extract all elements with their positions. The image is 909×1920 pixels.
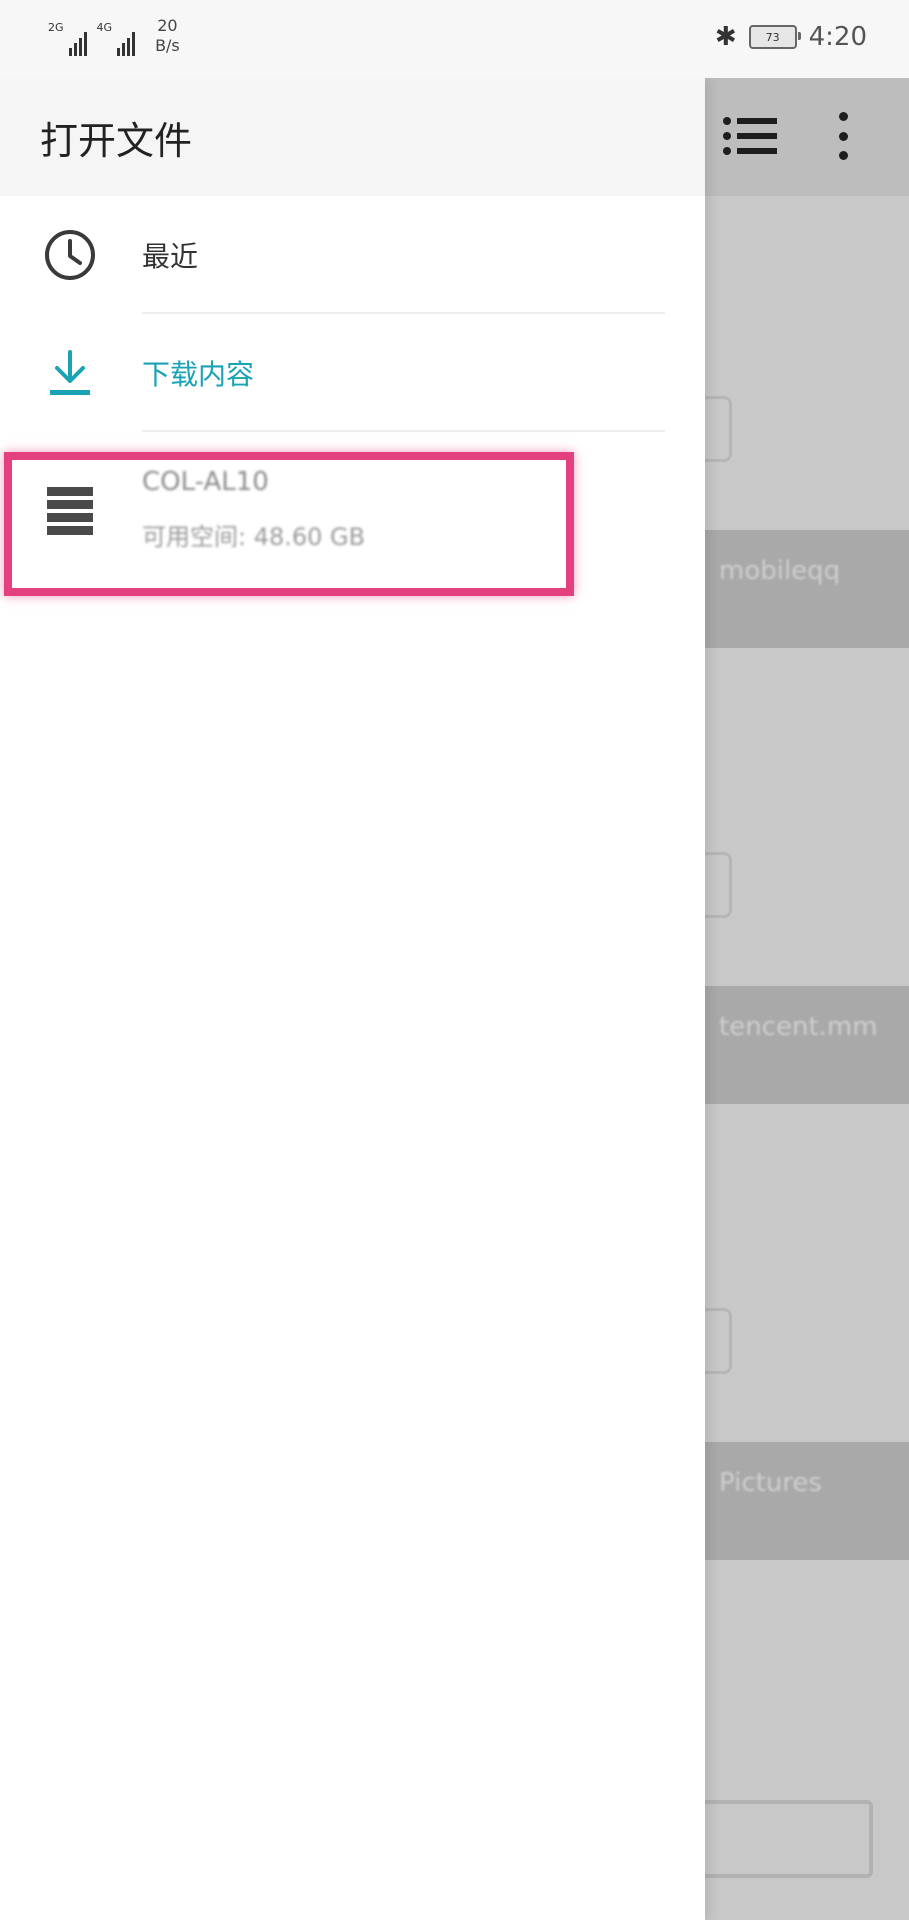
storage-subtitle: 可用空间: 48.60 GB	[142, 523, 366, 551]
signal-bar	[73, 43, 77, 56]
storage-icon	[40, 480, 100, 540]
navigation-drawer: 打开文件 最近 下载内容 COL-AL10 可用空间: 48.60 GB	[0, 78, 705, 1920]
drawer-header: 打开文件	[0, 78, 705, 196]
nav-item-label: 最近	[142, 240, 199, 273]
signal-2-tech: 4G	[96, 21, 113, 34]
background-scrim[interactable]: mobileqq tencent.mm Pictures	[705, 78, 909, 1920]
nav-item-label: 下载内容	[142, 358, 255, 391]
status-time: 4:20	[808, 22, 867, 52]
nav-item-downloads[interactable]: 下载内容	[0, 314, 705, 432]
signal-1-icon: 2G	[48, 22, 87, 56]
background-card: mobileqq	[705, 530, 909, 648]
background-toolbar	[705, 78, 909, 196]
more-dot	[838, 131, 848, 141]
network-speed-unit: B/s	[155, 36, 180, 55]
signal-bar	[132, 32, 136, 56]
signal-bar	[117, 48, 121, 56]
signal-2-icon: 4G	[97, 22, 136, 56]
nav-item-recent[interactable]: 最近	[0, 196, 705, 314]
background-card-label: mobileqq	[719, 556, 841, 586]
list-view-icon[interactable]	[723, 116, 779, 156]
network-speed: 20 B/s	[155, 16, 180, 56]
more-dot	[838, 112, 848, 121]
download-icon	[40, 343, 100, 403]
background-card: Pictures	[705, 1442, 909, 1560]
more-vert-icon[interactable]	[835, 112, 851, 160]
background-folder-icon	[705, 396, 732, 462]
more-dot	[838, 151, 848, 160]
background-folder-icon	[705, 1308, 732, 1374]
nav-item-device-storage[interactable]: COL-AL10 可用空间: 48.60 GB	[0, 432, 705, 587]
status-bar: 2G 4G 20 B/s ✱ 73 4:20	[0, 0, 909, 78]
bluetooth-icon: ✱	[714, 22, 737, 52]
network-speed-value: 20	[157, 16, 178, 35]
signal-bar	[127, 38, 131, 56]
background-folder-icon	[705, 852, 732, 918]
status-right: ✱ 73 4:20	[715, 22, 867, 52]
background-card: tencent.mm	[705, 986, 909, 1104]
signal-1-tech: 2G	[48, 21, 64, 34]
background-card-label: tencent.mm	[719, 1012, 878, 1042]
signal-bar	[68, 48, 72, 56]
clock-icon	[40, 225, 100, 285]
status-left: 2G 4G 20 B/s	[48, 16, 180, 56]
drawer-title: 打开文件	[40, 118, 193, 163]
storage-title: COL-AL10	[142, 467, 269, 497]
background-card-label: Pictures	[719, 1468, 822, 1498]
storage-text: COL-AL10 可用空间: 48.60 GB	[142, 467, 365, 552]
signal-bar	[78, 38, 82, 56]
signal-bar	[122, 43, 126, 56]
battery-icon: 73	[748, 25, 801, 49]
signal-bar	[83, 32, 87, 56]
background-button	[705, 1800, 873, 1878]
battery-level: 73	[765, 30, 780, 44]
